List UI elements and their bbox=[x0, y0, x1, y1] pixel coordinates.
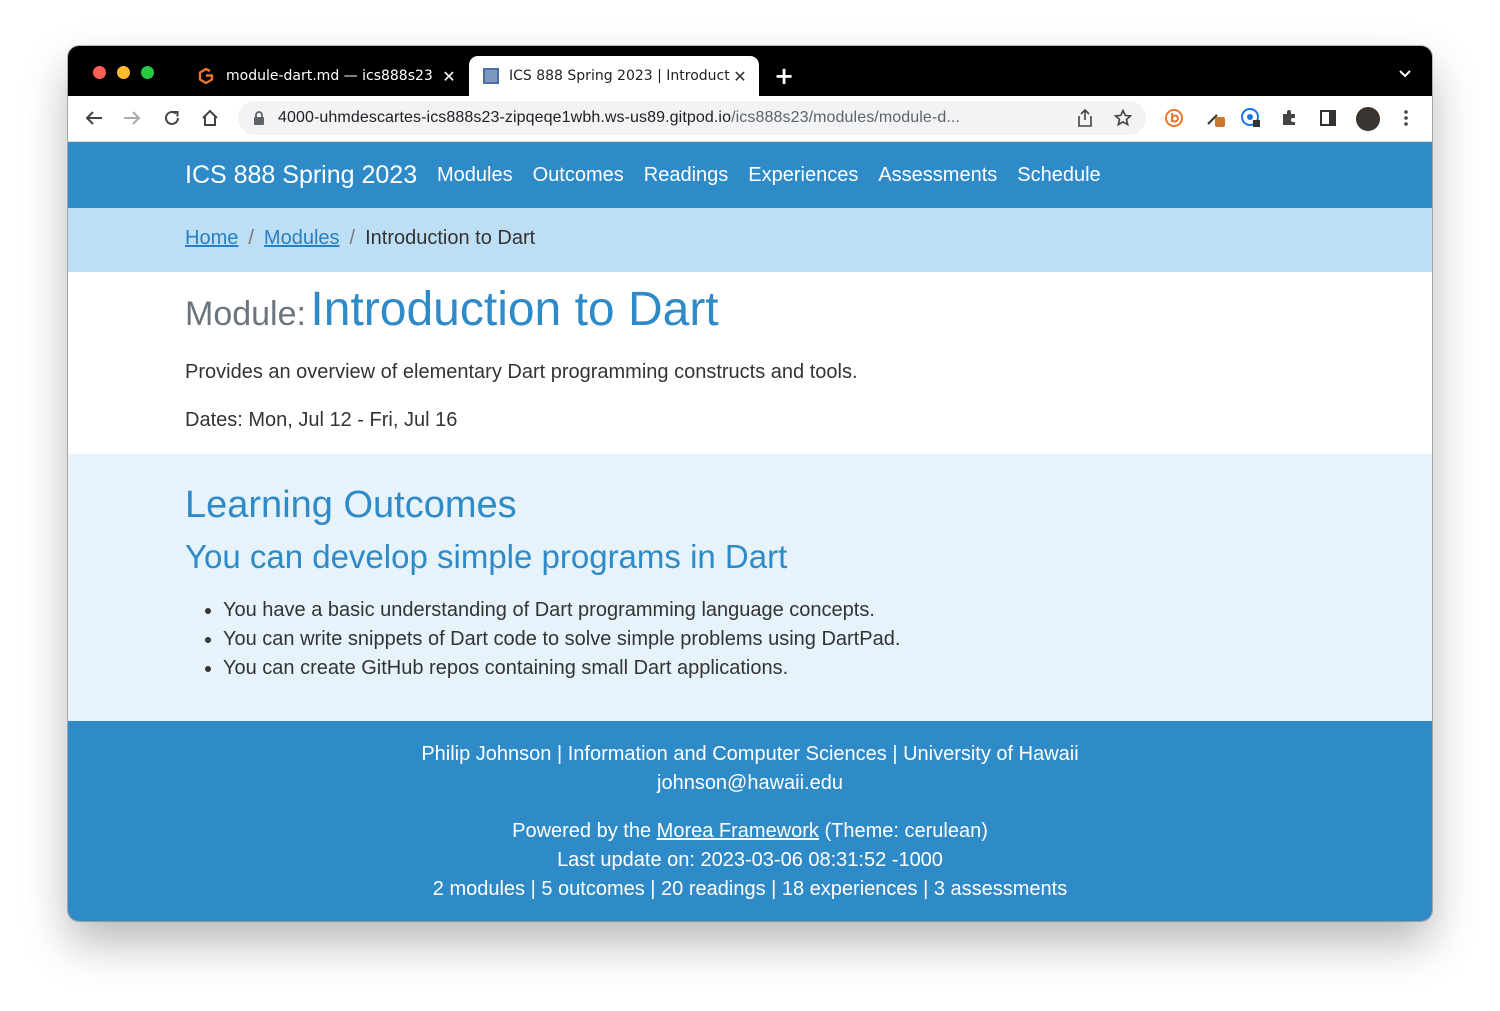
breadcrumb-bar: Home / Modules / Introduction to Dart bbox=[68, 208, 1432, 272]
url-text: 4000-uhmdescartes-ics888s23-zipqeqe1wbh.… bbox=[278, 109, 960, 127]
outcome-list: You have a basic understanding of Dart p… bbox=[185, 596, 900, 683]
powered-by-text: Powered by the bbox=[512, 820, 652, 842]
breadcrumb-home-link[interactable]: Home bbox=[185, 227, 238, 249]
footer-email[interactable]: johnson@hawaii.edu bbox=[68, 772, 1432, 795]
address-bar[interactable]: 4000-uhmdescartes-ics888s23-zipqeqe1wbh.… bbox=[238, 101, 1146, 135]
breadcrumb-separator: / bbox=[349, 227, 356, 249]
new-tab-icon[interactable]: + bbox=[774, 62, 794, 90]
outcomes-section-title: Learning Outcomes bbox=[185, 484, 517, 526]
eyedropper-extension-icon[interactable] bbox=[1205, 107, 1227, 129]
close-tab-icon[interactable]: ✕ bbox=[440, 67, 458, 86]
module-description: Provides an overview of elementary Dart … bbox=[185, 361, 858, 383]
footer-stats: 2 modules | 5 outcomes | 20 readings | 1… bbox=[432, 878, 1068, 900]
learning-outcomes-section: Learning Outcomes You can develop simple… bbox=[68, 454, 1432, 721]
outcome-heading: You can develop simple programs in Dart bbox=[185, 538, 788, 575]
breadcrumb-current: Introduction to Dart bbox=[365, 227, 536, 249]
nav-link-schedule[interactable]: Schedule bbox=[1017, 164, 1100, 187]
nav-links: Modules Outcomes Readings Experiences As… bbox=[437, 164, 1121, 187]
tab-ics888-intro-dart[interactable]: ICS 888 Spring 2023 | Introduction to Da… bbox=[469, 56, 759, 96]
tab-title: module-dart.md — ics888s23 bbox=[226, 68, 433, 84]
nav-link-modules[interactable]: Modules bbox=[437, 164, 513, 187]
site-navbar: ICS 888 Spring 2023 Modules Outcomes Rea… bbox=[68, 142, 1432, 208]
nav-link-assessments[interactable]: Assessments bbox=[878, 164, 997, 187]
footer-last-update: Last update on: 2023-03-06 08:31:52 -100… bbox=[557, 849, 943, 871]
kebab-menu-icon[interactable] bbox=[1395, 107, 1417, 129]
web-page: ICS 888 Spring 2023 Modules Outcomes Rea… bbox=[68, 142, 1432, 921]
extensions-puzzle-icon[interactable] bbox=[1278, 107, 1300, 129]
share-icon[interactable] bbox=[1074, 107, 1096, 129]
browser-window: module-dart.md — ics888s23 ✕ ICS 888 Spr… bbox=[68, 46, 1432, 921]
page-title: Module: Introduction to Dart bbox=[185, 282, 719, 337]
page-icon bbox=[483, 68, 499, 84]
forward-arrow-icon[interactable] bbox=[121, 107, 143, 129]
module-title: Introduction to Dart bbox=[310, 283, 719, 336]
breadcrumb-modules-link[interactable]: Modules bbox=[264, 227, 340, 249]
profile-avatar[interactable] bbox=[1356, 107, 1380, 131]
tab-search-chevron-icon[interactable] bbox=[1398, 64, 1412, 83]
password-manager-icon[interactable] bbox=[1240, 107, 1262, 129]
nav-link-outcomes[interactable]: Outcomes bbox=[533, 164, 624, 187]
site-brand[interactable]: ICS 888 Spring 2023 bbox=[185, 161, 417, 190]
module-dates: Dates: Mon, Jul 12 - Fri, Jul 16 bbox=[185, 409, 458, 431]
home-icon[interactable] bbox=[199, 107, 221, 129]
footer-powered-by: Powered by the Morea Framework (Theme: c… bbox=[68, 820, 1432, 843]
breadcrumb-separator: / bbox=[248, 227, 254, 249]
close-tab-icon[interactable]: ✕ bbox=[731, 67, 749, 86]
side-panel-icon[interactable] bbox=[1317, 107, 1339, 129]
maximize-window-button[interactable] bbox=[141, 66, 154, 79]
list-item: You can write snippets of Dart code to s… bbox=[223, 625, 900, 654]
tab-bar: module-dart.md — ics888s23 ✕ ICS 888 Spr… bbox=[68, 46, 1432, 96]
morea-framework-link[interactable]: Morea Framework bbox=[657, 820, 819, 842]
breadcrumb: Home / Modules / Introduction to Dart bbox=[185, 227, 535, 250]
module-header-section: Module: Introduction to Dart Provides an… bbox=[68, 272, 1432, 454]
tab-module-dart-md[interactable]: module-dart.md — ics888s23 ✕ bbox=[186, 56, 466, 96]
browser-toolbar: 4000-uhmdescartes-ics888s23-zipqeqe1wbh.… bbox=[68, 96, 1432, 142]
module-label: Module: bbox=[185, 295, 306, 333]
footer-credits: Philip Johnson | Information and Compute… bbox=[421, 743, 1079, 765]
nav-link-readings[interactable]: Readings bbox=[644, 164, 729, 187]
url-path: /ics888s23/modules/module-d... bbox=[731, 109, 960, 126]
list-item: You have a basic understanding of Dart p… bbox=[223, 596, 900, 625]
gitpod-icon bbox=[196, 66, 216, 86]
tab-title: ICS 888 Spring 2023 | Introduction to Da… bbox=[509, 68, 731, 84]
extension-b-icon[interactable] bbox=[1163, 107, 1185, 129]
nav-link-experiences[interactable]: Experiences bbox=[748, 164, 858, 187]
minimize-window-button[interactable] bbox=[117, 66, 130, 79]
theme-text: (Theme: cerulean) bbox=[824, 820, 988, 842]
url-host: 4000-uhmdescartes-ics888s23-zipqeqe1wbh.… bbox=[278, 109, 732, 126]
bookmark-star-icon[interactable] bbox=[1112, 107, 1134, 129]
reload-icon[interactable] bbox=[161, 107, 183, 129]
lock-icon[interactable] bbox=[248, 107, 270, 129]
back-arrow-icon[interactable] bbox=[83, 107, 105, 129]
close-window-button[interactable] bbox=[93, 66, 106, 79]
list-item: You can create GitHub repos containing s… bbox=[223, 654, 900, 683]
site-footer: Philip Johnson | Information and Compute… bbox=[68, 721, 1432, 921]
